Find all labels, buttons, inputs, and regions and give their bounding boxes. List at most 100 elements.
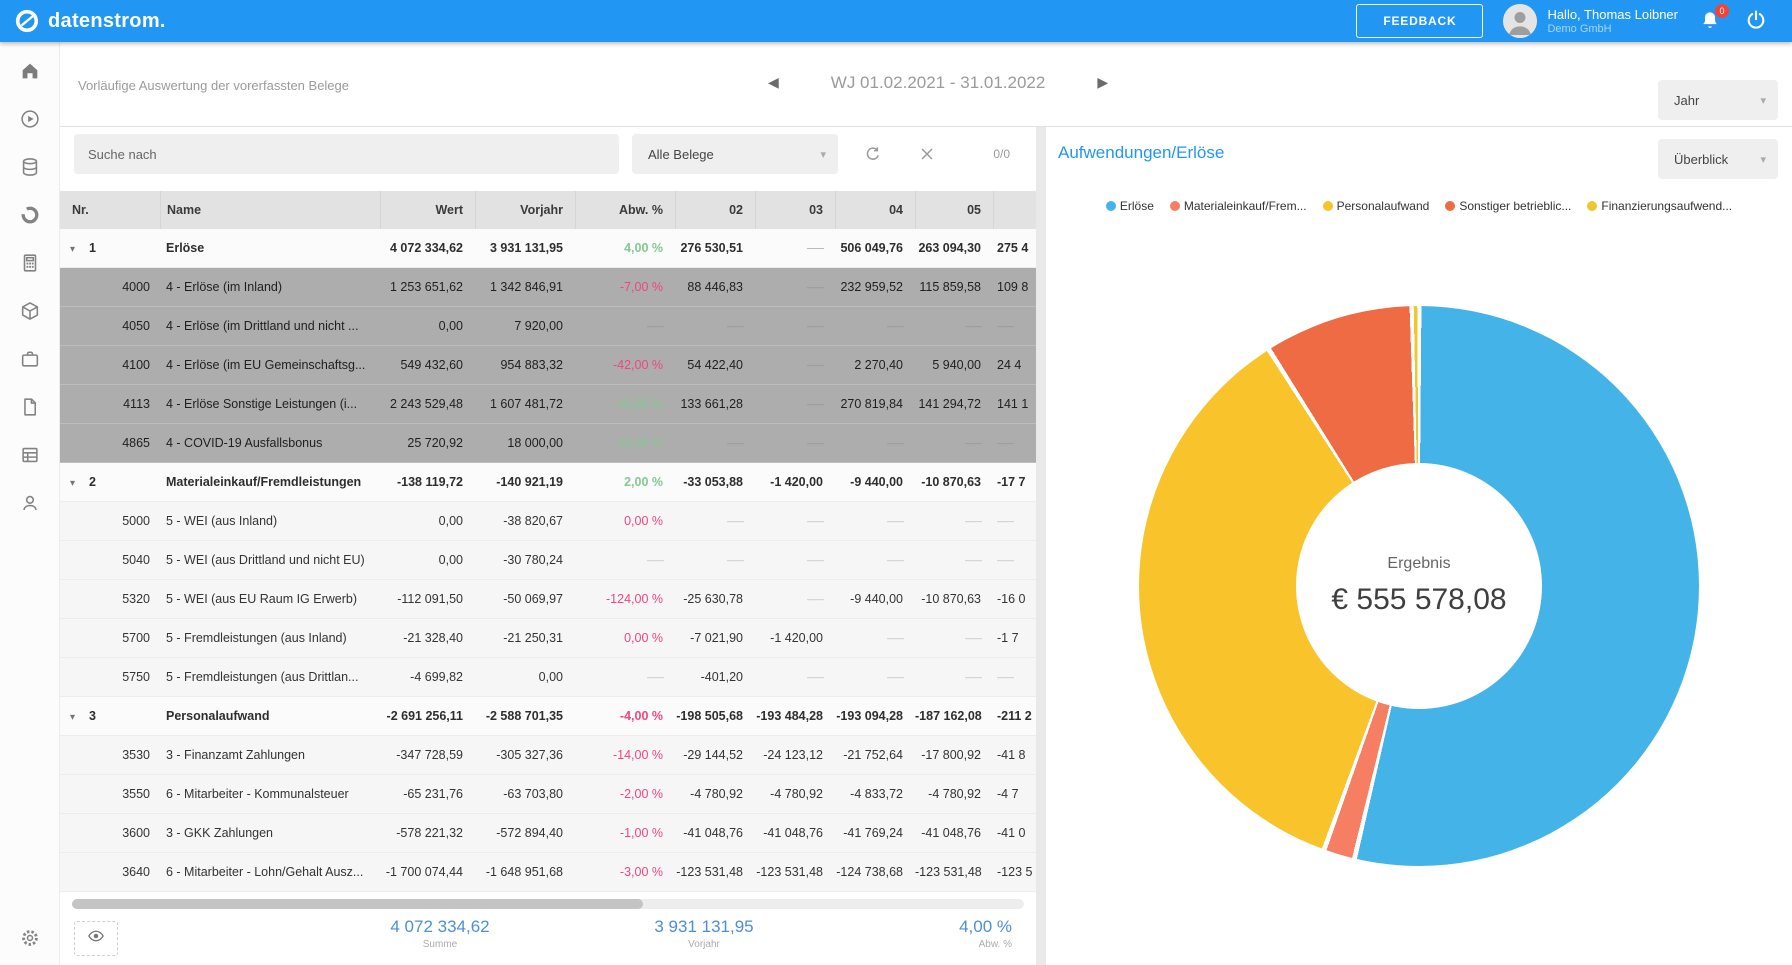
document-filter-select[interactable]: Alle Belege ▾ xyxy=(632,134,838,174)
sidebar-item-package[interactable] xyxy=(19,300,41,322)
legend-item[interactable]: Materialeinkauf/Frem... xyxy=(1170,199,1307,213)
cell-nr: ▾1 xyxy=(60,229,160,267)
cell-abw: -1,00 % xyxy=(575,814,675,852)
close-icon[interactable] xyxy=(918,145,936,163)
scrollbar-thumb[interactable] xyxy=(72,899,643,909)
cell-month-clipped: —— xyxy=(993,424,1036,462)
cell-month: —— xyxy=(835,541,915,579)
cell-month: —— xyxy=(915,619,993,657)
table-row-5750[interactable]: 57505 - Fremdleistungen (aus Drittlan...… xyxy=(60,658,1036,697)
cell-vorjahr: -140 921,19 xyxy=(475,463,575,501)
sidebar-item-user[interactable] xyxy=(19,492,41,514)
column-header: 03 xyxy=(755,191,835,229)
table-row-3530[interactable]: 35303 - Finanzamt Zahlungen-347 728,59-3… xyxy=(60,736,1036,775)
donut-chart[interactable]: Ergebnis € 555 578,08 xyxy=(1139,306,1699,866)
legend-item[interactable]: Erlöse xyxy=(1106,199,1154,213)
row-expand-caret[interactable]: ▾ xyxy=(70,478,75,489)
table-row-1[interactable]: ▾1Erlöse4 072 334,623 931 131,954,00 %27… xyxy=(60,229,1036,268)
table-row-5000[interactable]: 50005 - WEI (aus Inland)0,00-38 820,670,… xyxy=(60,502,1036,541)
table-row-5320[interactable]: 53205 - WEI (aus EU Raum IG Erwerb)-112 … xyxy=(60,580,1036,619)
cell-month-clipped: -123 5 xyxy=(993,853,1036,891)
legend-dot-icon xyxy=(1587,201,1597,211)
cell-month-clipped: -17 7 xyxy=(993,463,1036,501)
logout-button[interactable] xyxy=(1744,8,1770,34)
refresh-icon[interactable] xyxy=(864,145,882,163)
user-menu[interactable]: Hallo, Thomas Loibner Demo GmbH xyxy=(1503,4,1678,38)
table-row-5700[interactable]: 57005 - Fremdleistungen (aus Inland)-21 … xyxy=(60,619,1036,658)
sidebar-item-briefcase[interactable] xyxy=(19,348,41,370)
table-row-4113[interactable]: 41134 - Erlöse Sonstige Leistungen (i...… xyxy=(60,385,1036,424)
cell-wert: -2 691 256,11 xyxy=(380,697,475,735)
cell-vorjahr: -50 069,97 xyxy=(475,580,575,618)
period-type-select[interactable]: Jahr ▾ xyxy=(1658,80,1778,120)
table-row-3640[interactable]: 36406 - Mitarbeiter - Lohn/Gehalt Ausz..… xyxy=(60,853,1036,892)
table-row-3550[interactable]: 35506 - Mitarbeiter - Kommunalsteuer-65 … xyxy=(60,775,1036,814)
search-input[interactable] xyxy=(74,134,619,174)
result-counter: 0/0 xyxy=(993,147,1010,161)
sidebar-item-table[interactable] xyxy=(19,444,41,466)
main-area: Alle Belege ▾ 0/0 Nr.NameWertVorjahrAbw.… xyxy=(60,126,1792,965)
table-row-3[interactable]: ▾3Personalaufwand-2 691 256,11-2 588 701… xyxy=(60,697,1036,736)
cell-vorjahr: 0,00 xyxy=(475,658,575,696)
donut-center: Ergebnis € 555 578,08 xyxy=(1296,463,1542,709)
cell-month: —— xyxy=(915,502,993,540)
table-row-4050[interactable]: 40504 - Erlöse (im Drittland und nicht .… xyxy=(60,307,1036,346)
cell-vorjahr: -1 648 951,68 xyxy=(475,853,575,891)
sidebar-item-calculator[interactable] xyxy=(19,252,41,274)
column-header: 04 xyxy=(835,191,915,229)
table-row-5040[interactable]: 50405 - WEI (aus Drittland und nicht EU)… xyxy=(60,541,1036,580)
cell-wert: -1 700 074,44 xyxy=(380,853,475,891)
table-row-4100[interactable]: 41004 - Erlöse (im EU Gemeinschaftsg...5… xyxy=(60,346,1036,385)
cell-name: Materialeinkauf/Fremdleistungen xyxy=(160,463,380,501)
legend-item[interactable]: Personalaufwand xyxy=(1323,199,1430,213)
feedback-button[interactable]: FEEDBACK xyxy=(1356,4,1483,38)
cell-vorjahr: 1 342 846,91 xyxy=(475,268,575,306)
next-period-button[interactable]: ▶ xyxy=(1089,70,1116,95)
sidebar-item-settings[interactable] xyxy=(19,927,41,949)
sidebar-item-document[interactable] xyxy=(19,396,41,418)
visibility-toggle-button[interactable] xyxy=(74,921,118,956)
cell-month: —— xyxy=(915,424,993,462)
legend-label: Finanzierungsaufwend... xyxy=(1601,199,1732,213)
cell-abw: -2,00 % xyxy=(575,775,675,813)
cell-wert: 0,00 xyxy=(380,307,475,345)
cell-wert: -4 699,82 xyxy=(380,658,475,696)
table-row-4865[interactable]: 48654 - COVID-19 Ausfallsbonus25 720,921… xyxy=(60,424,1036,463)
cell-nr: ▾2 xyxy=(60,463,160,501)
table-row-4000[interactable]: 40004 - Erlöse (im Inland)1 253 651,621 … xyxy=(60,268,1036,307)
cell-name: 4 - Erlöse (im EU Gemeinschaftsg... xyxy=(160,346,380,384)
cell-month-clipped: 24 4 xyxy=(993,346,1036,384)
footer-sum-label: Summe xyxy=(330,939,550,950)
chart-view-select[interactable]: Überblick ▾ xyxy=(1658,139,1778,179)
period-navigation: ◀ WJ 01.02.2021 - 31.01.2022 ▶ xyxy=(760,70,1116,95)
table-row-2[interactable]: ▾2Materialeinkauf/Fremdleistungen-138 11… xyxy=(60,463,1036,502)
legend-label: Sonstiger betrieblic... xyxy=(1459,199,1571,213)
legend-item[interactable]: Sonstiger betrieblic... xyxy=(1445,199,1571,213)
cell-month: —— xyxy=(755,541,835,579)
cell-nr: 3600 xyxy=(60,814,160,852)
legend-item[interactable]: Finanzierungsaufwend... xyxy=(1587,199,1732,213)
notifications-button[interactable]: 0 xyxy=(1698,8,1724,34)
sidebar-item-database[interactable] xyxy=(19,156,41,178)
cell-month: —— xyxy=(835,424,915,462)
row-expand-caret[interactable]: ▾ xyxy=(70,712,75,723)
previous-period-button[interactable]: ◀ xyxy=(760,70,787,95)
cell-month: 276 530,51 xyxy=(675,229,755,267)
cell-month-clipped: -41 0 xyxy=(993,814,1036,852)
sidebar-item-play-circle[interactable] xyxy=(19,108,41,130)
cell-nr: 4865 xyxy=(60,424,160,462)
sidebar-item-donut-chart[interactable] xyxy=(19,204,41,226)
chart-panel: Aufwendungen/Erlöse Überblick ▾ ErlöseMa… xyxy=(1046,127,1792,965)
cell-wert: 4 072 334,62 xyxy=(380,229,475,267)
cell-month-clipped: -4 7 xyxy=(993,775,1036,813)
avatar[interactable] xyxy=(1503,4,1537,38)
column-header: Abw. % xyxy=(575,191,675,229)
cell-abw: -4,00 % xyxy=(575,697,675,735)
cell-month: —— xyxy=(915,658,993,696)
row-expand-caret[interactable]: ▾ xyxy=(70,244,75,255)
cell-abw: 0,00 % xyxy=(575,502,675,540)
cell-name: 5 - Fremdleistungen (aus Drittlan... xyxy=(160,658,380,696)
cell-month: -123 531,48 xyxy=(915,853,993,891)
sidebar-item-home[interactable] xyxy=(19,60,41,82)
table-row-3600[interactable]: 36003 - GKK Zahlungen-578 221,32-572 894… xyxy=(60,814,1036,853)
